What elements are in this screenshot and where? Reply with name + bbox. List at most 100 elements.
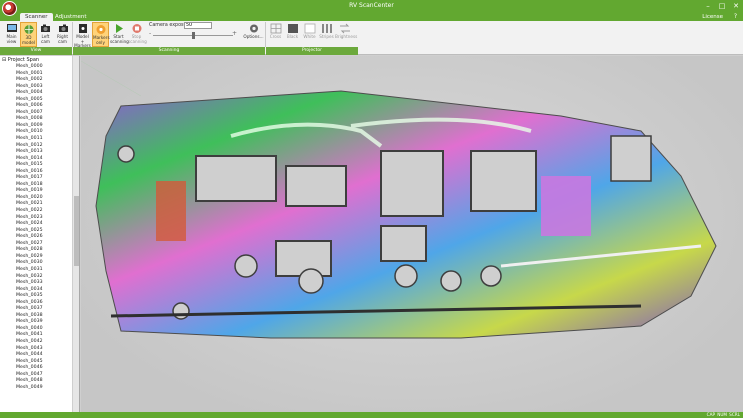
tree-item-mesh[interactable]: Mesh_0046 xyxy=(16,365,43,372)
tree-item-mesh[interactable]: Mesh_0044 xyxy=(16,352,43,359)
scroll-lock-indicator: SCRL xyxy=(729,412,740,417)
projector-white-button[interactable]: White xyxy=(301,22,318,47)
tree-root-label: Project Span xyxy=(7,57,40,63)
mesh-hole xyxy=(480,265,502,287)
cross-icon xyxy=(270,23,281,34)
mesh-hole xyxy=(298,268,324,294)
mesh-hole xyxy=(440,270,462,292)
tree-item-mesh[interactable]: Mesh_0011 xyxy=(16,136,43,143)
mesh-hole xyxy=(470,150,537,212)
3d-model-label: 3D model xyxy=(21,35,36,45)
tree-item-mesh[interactable]: Mesh_0041 xyxy=(16,332,43,339)
white-icon xyxy=(304,23,315,34)
slider-increase-icon[interactable]: + xyxy=(232,30,237,37)
brightness-icon xyxy=(340,23,350,34)
tree-root[interactable]: ⊟ Project Span xyxy=(2,57,39,64)
tree-item-mesh[interactable]: Mesh_0022 xyxy=(16,208,43,215)
tree-item-mesh[interactable]: Mesh_0026 xyxy=(16,234,43,241)
stripes-icon xyxy=(321,24,332,33)
3d-model-button[interactable]: 3D model xyxy=(20,22,37,47)
main-view-button[interactable]: Main view xyxy=(3,22,20,47)
slider-decrease-icon[interactable]: - xyxy=(149,30,151,37)
tree-item-mesh[interactable]: Mesh_0013 xyxy=(16,149,43,156)
tree-item-mesh[interactable]: Mesh_0006 xyxy=(16,103,43,110)
projector-brightness-label: Brightness xyxy=(335,34,358,39)
tree-scroll-thumb[interactable] xyxy=(74,196,79,266)
tree-item-mesh[interactable]: Mesh_0015 xyxy=(16,162,43,169)
tree-item-mesh[interactable]: Mesh_0028 xyxy=(16,247,43,254)
ribbon-separator xyxy=(72,22,73,47)
markers-only-button[interactable]: Markers only xyxy=(92,22,110,47)
tab-adjustment[interactable]: Adjustment xyxy=(50,13,92,21)
tree-item-mesh[interactable]: Mesh_0030 xyxy=(16,260,43,267)
tree-item-mesh[interactable]: Mesh_0033 xyxy=(16,280,43,287)
mesh-hole xyxy=(380,150,444,217)
app-logo-icon[interactable] xyxy=(2,1,17,16)
stop-icon xyxy=(132,24,141,33)
start-scanning-button[interactable]: Start scanning xyxy=(110,22,129,47)
help-icon[interactable]: ? xyxy=(734,13,737,21)
left-cam-label: Left cam xyxy=(41,34,50,44)
3d-viewport[interactable] xyxy=(81,56,743,412)
markers-only-icon xyxy=(96,25,105,34)
projector-stripes-button[interactable]: Stripes xyxy=(318,22,335,47)
left-cam-button[interactable]: Left cam xyxy=(37,22,54,47)
title-bar: RV ScanCenter – □ ✕ xyxy=(0,0,743,16)
camera-icon xyxy=(40,24,50,32)
camera-exposure-slider[interactable]: - + xyxy=(149,30,237,39)
main-view-icon xyxy=(6,24,17,32)
right-cam-label: Right cam xyxy=(56,34,69,44)
mesh-hole xyxy=(285,165,347,207)
projector-white-label: White xyxy=(303,34,316,39)
camera-exposure-input[interactable] xyxy=(184,22,212,29)
main-view-label: Main view xyxy=(6,34,17,44)
options-label: Options... xyxy=(243,34,264,39)
model-markers-button[interactable]: Model + Markers xyxy=(74,22,91,48)
tree-item-mesh[interactable]: Mesh_0000 xyxy=(16,64,43,71)
gear-icon xyxy=(249,24,258,33)
tree-item-mesh[interactable]: Mesh_0004 xyxy=(16,90,43,97)
tree-item-mesh[interactable]: Mesh_0039 xyxy=(16,319,43,326)
tree-item-mesh[interactable]: Mesh_0002 xyxy=(16,77,43,84)
mesh-hole xyxy=(195,155,277,202)
black-icon xyxy=(287,24,298,33)
scanned-part-mesh xyxy=(95,90,717,339)
projector-black-button[interactable]: Black xyxy=(284,22,301,47)
tree-item-mesh[interactable]: Mesh_0048 xyxy=(16,378,43,385)
tree-item-mesh[interactable]: Mesh_0017 xyxy=(16,175,43,182)
mesh-list: Mesh_0000 Mesh_0001 Mesh_0002 Mesh_0003 Mesh… xyxy=(16,64,43,391)
status-bar: CAP NUM SCRL xyxy=(0,412,743,418)
tree-item-mesh[interactable]: Mesh_0042 xyxy=(16,339,43,346)
ribbon: Main view 3D model Left cam Right cam Vi… xyxy=(0,21,743,55)
3d-model-icon xyxy=(24,25,33,34)
tree-item-mesh[interactable]: Mesh_0024 xyxy=(16,221,43,228)
license-link[interactable]: License xyxy=(702,13,723,21)
mesh-hole xyxy=(172,302,190,320)
minimize-icon[interactable]: – xyxy=(701,0,715,12)
model-markers-icon xyxy=(78,24,87,33)
axis-line xyxy=(81,60,142,97)
projector-brightness-button[interactable]: Brightness xyxy=(335,22,358,47)
maximize-icon[interactable]: □ xyxy=(715,0,729,12)
ribbon-separator xyxy=(265,22,266,47)
tree-item-mesh[interactable]: Mesh_0049 xyxy=(16,385,43,392)
tree-item-mesh[interactable]: Mesh_0019 xyxy=(16,188,43,195)
stop-scanning-button[interactable]: Stop scanning xyxy=(128,22,147,47)
slider-thumb[interactable] xyxy=(191,32,195,39)
caps-lock-indicator: CAP xyxy=(706,412,715,417)
tree-item-mesh[interactable]: Mesh_0035 xyxy=(16,293,43,300)
tree-scrollbar[interactable] xyxy=(72,56,79,412)
markers-only-label: Markers only xyxy=(93,35,110,45)
options-button[interactable]: Options... xyxy=(243,22,264,47)
mesh-hole xyxy=(380,225,427,262)
mesh-hole xyxy=(117,145,135,163)
tree-item-mesh[interactable]: Mesh_0008 xyxy=(16,116,43,123)
right-cam-button[interactable]: Right cam xyxy=(54,22,71,47)
play-icon xyxy=(115,24,123,33)
project-tree-panel: ⊟ Project Span Mesh_0000 Mesh_0001 Mesh_00… xyxy=(0,56,80,412)
projector-cross-button[interactable]: Cross xyxy=(267,22,284,47)
tree-item-mesh[interactable]: Mesh_0037 xyxy=(16,306,43,313)
close-icon[interactable]: ✕ xyxy=(729,0,743,12)
tree-item-mesh[interactable]: Mesh_0031 xyxy=(16,267,43,274)
tab-scanner[interactable]: Scanner xyxy=(20,13,53,21)
